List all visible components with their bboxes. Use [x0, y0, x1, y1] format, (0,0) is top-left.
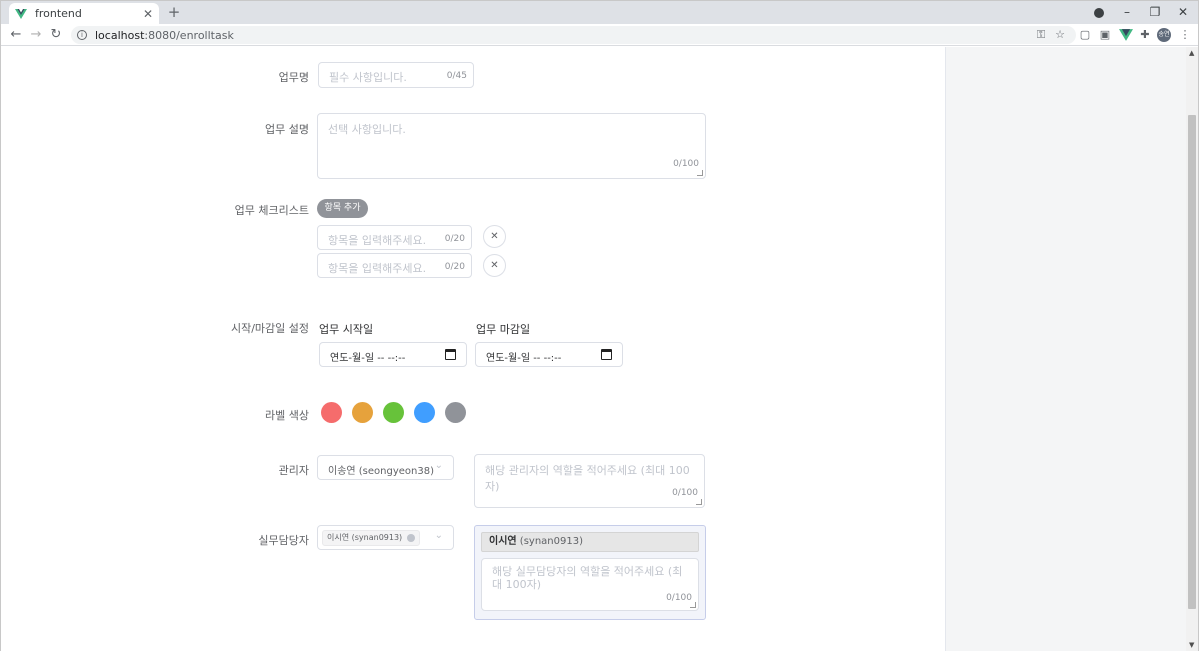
vue-devtools-icon[interactable] — [1119, 28, 1133, 42]
task-name-counter: 0/45 — [446, 71, 467, 81]
new-tab-icon[interactable]: + — [165, 3, 183, 21]
worker-role-placeholder: 해당 실무담당자의 역할을 적어주세요 (최대 100자) — [492, 565, 683, 591]
task-desc-label: 업무 설명 — [265, 123, 309, 136]
site-info-icon[interactable]: i — [77, 30, 87, 40]
window-close-icon[interactable]: ✕ — [1169, 1, 1197, 24]
manager-label: 관리자 — [278, 464, 309, 477]
task-name-placeholder: 필수 사항입니다. — [329, 71, 407, 84]
worker-role-counter: 0/100 — [666, 593, 692, 603]
label-color-swatch[interactable] — [352, 402, 373, 423]
worker-role-textarea[interactable]: 해당 실무담당자의 역할을 적어주세요 (최대 100자) 0/100 — [481, 558, 699, 611]
tab-title: frontend — [35, 7, 82, 20]
record-icon[interactable] — [1094, 8, 1104, 18]
checklist-item-input[interactable]: 항목을 입력해주세요. 0/20 — [317, 225, 472, 250]
calendar-icon[interactable] — [601, 349, 612, 360]
tab-close-icon[interactable]: ✕ — [143, 7, 153, 21]
browser-toolbar: ← → ↻ i localhost:8080/enrolltask ⚿ ☆ ▢ … — [1, 24, 1198, 46]
kebab-menu-icon[interactable]: ⋮ — [1178, 28, 1192, 42]
browser-window: frontend ✕ + – ❐ ✕ ← → ↻ i localhost:808… — [0, 0, 1199, 651]
address-bar[interactable]: i localhost:8080/enrolltask — [71, 26, 1076, 44]
url-text: localhost:8080/enrolltask — [95, 29, 234, 42]
vue-logo-icon — [15, 8, 27, 19]
resize-handle-icon[interactable] — [697, 170, 703, 176]
minimize-icon[interactable]: – — [1113, 1, 1141, 24]
checklist-item-counter: 0/20 — [444, 262, 465, 272]
manager-select[interactable]: 이송연 (seongyeon38) ⌄ — [317, 455, 454, 480]
worker-card-header: 이시연 (synan0913) — [481, 532, 699, 552]
bookmark-star-icon[interactable]: ☆ — [1053, 28, 1067, 42]
profile-avatar[interactable]: 송연 — [1157, 28, 1171, 42]
label-color-label: 라벨 색상 — [265, 409, 309, 422]
worker-card-id: (synan0913) — [519, 536, 583, 547]
date-setting-label: 시작/마감일 설정 — [230, 322, 309, 335]
end-datetime-value: 연도-월-일 -- --:-- — [486, 353, 562, 364]
page-scrollbar[interactable]: ▲ ▼ — [1186, 47, 1198, 651]
task-desc-counter: 0/100 — [673, 159, 699, 169]
restore-icon[interactable]: ❐ — [1141, 1, 1169, 24]
tag-close-icon[interactable] — [407, 534, 416, 542]
chevron-down-icon: ⌄ — [434, 530, 443, 541]
back-arrow-icon[interactable]: ← — [7, 26, 25, 44]
task-name-input[interactable]: 필수 사항입니다. 0/45 — [318, 62, 474, 88]
resize-handle-icon[interactable] — [690, 602, 696, 608]
reload-icon[interactable]: ↻ — [47, 26, 65, 44]
label-color-swatch[interactable] — [414, 402, 435, 423]
scroll-thumb[interactable] — [1188, 115, 1196, 609]
add-checklist-item-button[interactable]: 항목 추가 — [317, 199, 368, 218]
extension-square-icon[interactable]: ▢ — [1078, 28, 1092, 42]
scroll-down-icon[interactable]: ▼ — [1189, 641, 1194, 649]
task-desc-textarea[interactable]: 선택 사항입니다. 0/100 — [317, 113, 706, 179]
end-date-label: 업무 마감일 — [476, 323, 531, 336]
workers-select[interactable]: 이시연 (synan0913) ⌄ — [317, 525, 454, 550]
worker-card-name: 이시연 — [489, 536, 517, 547]
worker-role-card: 이시연 (synan0913) 해당 실무담당자의 역할을 적어주세요 (최대 … — [474, 525, 706, 620]
calendar-icon[interactable] — [445, 349, 456, 360]
worker-tag-text: 이시연 (synan0913) — [327, 533, 403, 542]
checklist-item-input[interactable]: 항목을 입력해주세요. 0/20 — [317, 253, 472, 278]
task-name-label: 업무명 — [278, 71, 309, 84]
manager-role-counter: 0/100 — [672, 488, 698, 498]
checklist-item-placeholder: 항목을 입력해주세요. — [328, 234, 427, 247]
browser-tab[interactable]: frontend ✕ — [9, 3, 159, 24]
chevron-down-icon: ⌄ — [434, 460, 443, 471]
remove-checklist-item-button[interactable]: ✕ — [483, 254, 506, 277]
start-date-label: 업무 시작일 — [319, 323, 374, 336]
checklist-item-counter: 0/20 — [444, 234, 465, 244]
url-path: :8080/enrolltask — [144, 28, 234, 42]
task-desc-placeholder: 선택 사항입니다. — [328, 123, 406, 136]
label-color-swatch[interactable] — [445, 402, 466, 423]
page-content: 업무명 필수 사항입니다. 0/45 업무 설명 선택 사항입니다. 0/100… — [1, 47, 1186, 651]
manager-selected-value: 이송연 (seongyeon38) — [328, 466, 434, 477]
start-datetime-value: 연도-월-일 -- --:-- — [330, 353, 406, 364]
tab-strip: frontend ✕ + – ❐ ✕ — [1, 1, 1198, 24]
forward-arrow-icon[interactable]: → — [27, 26, 45, 44]
worker-tag: 이시연 (synan0913) — [322, 530, 421, 546]
resize-handle-icon[interactable] — [696, 499, 702, 505]
checklist-item-placeholder: 항목을 입력해주세요. — [328, 262, 427, 275]
key-icon[interactable]: ⚿ — [1034, 28, 1048, 42]
puzzle-extensions-icon[interactable]: ✚ — [1138, 28, 1152, 42]
remove-checklist-item-button[interactable]: ✕ — [483, 225, 506, 248]
manager-role-textarea[interactable]: 해당 관리자의 역할을 적어주세요 (최대 100자) 0/100 — [474, 454, 705, 508]
url-host: localhost — [95, 28, 145, 42]
right-side-panel — [945, 47, 1186, 651]
scroll-up-icon[interactable]: ▲ — [1189, 49, 1194, 57]
label-color-swatch[interactable] — [321, 402, 342, 423]
label-color-swatch[interactable] — [383, 402, 404, 423]
workers-label: 실무담당자 — [258, 534, 309, 547]
extension-image-icon[interactable]: ▣ — [1098, 28, 1112, 42]
end-datetime-input[interactable]: 연도-월-일 -- --:-- — [475, 342, 623, 367]
checklist-label: 업무 체크리스트 — [234, 204, 309, 217]
start-datetime-input[interactable]: 연도-월-일 -- --:-- — [319, 342, 467, 367]
